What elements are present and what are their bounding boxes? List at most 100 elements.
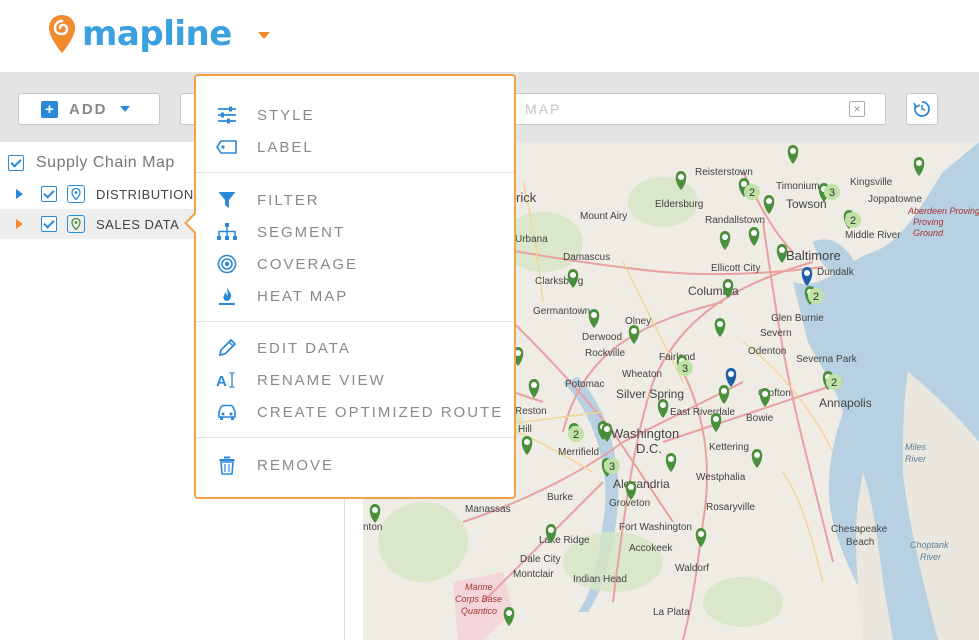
location-pin-icon[interactable] bbox=[759, 388, 771, 407]
flame-icon bbox=[216, 285, 238, 307]
map-label: Marine bbox=[465, 582, 493, 592]
map-label: Kettering bbox=[709, 442, 749, 453]
layer-label: SALES DATA bbox=[96, 216, 180, 232]
mapline-logo[interactable]: mapline bbox=[48, 14, 232, 54]
map-label: La Plata bbox=[653, 607, 690, 618]
refresh-button[interactable] bbox=[906, 93, 938, 125]
menu-item-filter[interactable]: FILTER bbox=[196, 185, 514, 215]
pin-dot bbox=[548, 527, 554, 533]
plus-icon: + bbox=[41, 100, 58, 118]
map-label: Groveton bbox=[609, 498, 650, 509]
add-button[interactable]: + ADD bbox=[18, 93, 160, 125]
layer-checkbox[interactable] bbox=[41, 216, 57, 232]
map-label: Chesapeake bbox=[831, 524, 888, 535]
funnel-icon bbox=[216, 189, 238, 211]
map-label: Urbana bbox=[515, 234, 548, 245]
map-label: Ellicott City bbox=[711, 263, 760, 274]
map-label: Damascus bbox=[563, 252, 610, 263]
map-label: Lake Ridge bbox=[539, 535, 590, 546]
menu-item-edit-data[interactable]: EDIT DATA bbox=[196, 333, 514, 363]
pin-dot bbox=[698, 531, 704, 537]
map-label: Germantown bbox=[533, 306, 590, 317]
map-label: Waldorf bbox=[675, 563, 709, 574]
menu-item-segment[interactable]: SEGMENT bbox=[196, 217, 514, 247]
svg-text:A: A bbox=[216, 373, 227, 389]
map-label: River bbox=[920, 552, 942, 562]
menu-label: STYLE bbox=[257, 106, 315, 124]
location-pin-icon[interactable] bbox=[751, 449, 763, 468]
map-label: Hill bbox=[518, 424, 532, 435]
menu-label: REMOVE bbox=[257, 456, 335, 474]
expand-triangle-icon[interactable] bbox=[16, 189, 23, 199]
app-header: mapline bbox=[0, 0, 979, 72]
cluster-count: 2 bbox=[831, 377, 837, 389]
map-label: Baltimore bbox=[786, 248, 841, 263]
pin-dot bbox=[591, 312, 597, 318]
root-checkbox[interactable] bbox=[8, 155, 24, 171]
map-label: Reisterstown bbox=[695, 167, 753, 178]
map-label: Montclair bbox=[513, 569, 554, 580]
menu-item-style[interactable]: STYLE bbox=[196, 100, 514, 130]
menu-item-heat-map[interactable]: HEAT MAP bbox=[196, 281, 514, 311]
location-pin-icon[interactable] bbox=[718, 385, 730, 404]
location-pin-icon[interactable] bbox=[521, 436, 533, 455]
location-pin-icon[interactable] bbox=[628, 325, 640, 344]
location-pin-icon[interactable] bbox=[787, 145, 799, 164]
menu-divider bbox=[196, 321, 514, 322]
map-label: Burke bbox=[547, 492, 574, 503]
location-pin-icon[interactable] bbox=[719, 231, 731, 250]
menu-item-create-optimized-route[interactable]: CREATE OPTIMIZED ROUTE bbox=[196, 397, 514, 427]
location-pin-icon[interactable] bbox=[763, 195, 775, 214]
pin-dot bbox=[722, 234, 728, 240]
map-tree-root[interactable]: Supply Chain Map bbox=[8, 154, 175, 172]
map-label: Potomac bbox=[565, 379, 604, 390]
chevron-down-icon[interactable] bbox=[258, 32, 270, 39]
location-pin-icon[interactable] bbox=[503, 607, 515, 626]
map-label: Bowie bbox=[746, 413, 774, 424]
menu-item-coverage[interactable]: COVERAGE bbox=[196, 249, 514, 279]
menu-item-label[interactable]: LABEL bbox=[196, 132, 514, 162]
expand-triangle-icon[interactable] bbox=[16, 219, 23, 229]
pin-dot bbox=[506, 610, 512, 616]
menu-label: FILTER bbox=[257, 191, 320, 209]
menu-item-remove[interactable]: REMOVE bbox=[196, 450, 514, 480]
pin-dot bbox=[628, 484, 634, 490]
map-label: Rockville bbox=[585, 348, 625, 359]
location-pin-icon[interactable] bbox=[695, 528, 707, 547]
pin-dot bbox=[779, 247, 785, 253]
map-label: Kingsville bbox=[850, 177, 893, 188]
map-label: Indian Head bbox=[573, 574, 627, 585]
map-pin-logo-icon bbox=[49, 15, 75, 53]
location-pin-icon[interactable] bbox=[714, 318, 726, 337]
tag-icon bbox=[216, 136, 238, 158]
location-pin-layer-icon bbox=[67, 215, 85, 233]
location-pin-icon[interactable] bbox=[665, 453, 677, 472]
location-pin-icon[interactable] bbox=[588, 309, 600, 328]
location-pin-icon[interactable] bbox=[369, 504, 381, 523]
sliders-icon bbox=[216, 104, 238, 126]
cluster-count: 3 bbox=[829, 187, 835, 199]
map-label: Silver Spring bbox=[616, 387, 684, 401]
location-pin-icon[interactable] bbox=[801, 267, 813, 286]
menu-divider bbox=[196, 172, 514, 173]
layer-context-menu: STYLE LABEL FILTER SEGMENT COVERAGE HEAT… bbox=[194, 74, 516, 499]
menu-label: HEAT MAP bbox=[257, 287, 349, 305]
map-label: Randallstown bbox=[705, 215, 765, 226]
map-label: nton bbox=[363, 522, 382, 533]
location-pin-icon[interactable] bbox=[913, 157, 925, 176]
clear-icon[interactable]: × bbox=[849, 101, 865, 117]
pin-dot bbox=[766, 198, 772, 204]
location-pin-icon[interactable] bbox=[528, 379, 540, 398]
pin-dot bbox=[570, 272, 576, 278]
pin-dot bbox=[678, 174, 684, 180]
location-pin-icon[interactable] bbox=[748, 227, 760, 246]
pin-dot bbox=[916, 160, 922, 166]
pin-dot bbox=[754, 452, 760, 458]
pin-dot bbox=[804, 270, 810, 276]
location-pin-icon[interactable] bbox=[710, 413, 722, 432]
menu-pointer-fill bbox=[187, 214, 196, 232]
layer-checkbox[interactable] bbox=[41, 186, 57, 202]
location-pin-icon[interactable] bbox=[725, 368, 737, 387]
location-pin-icon[interactable] bbox=[657, 399, 669, 418]
menu-item-rename-view[interactable]: A RENAME VIEW bbox=[196, 365, 514, 395]
